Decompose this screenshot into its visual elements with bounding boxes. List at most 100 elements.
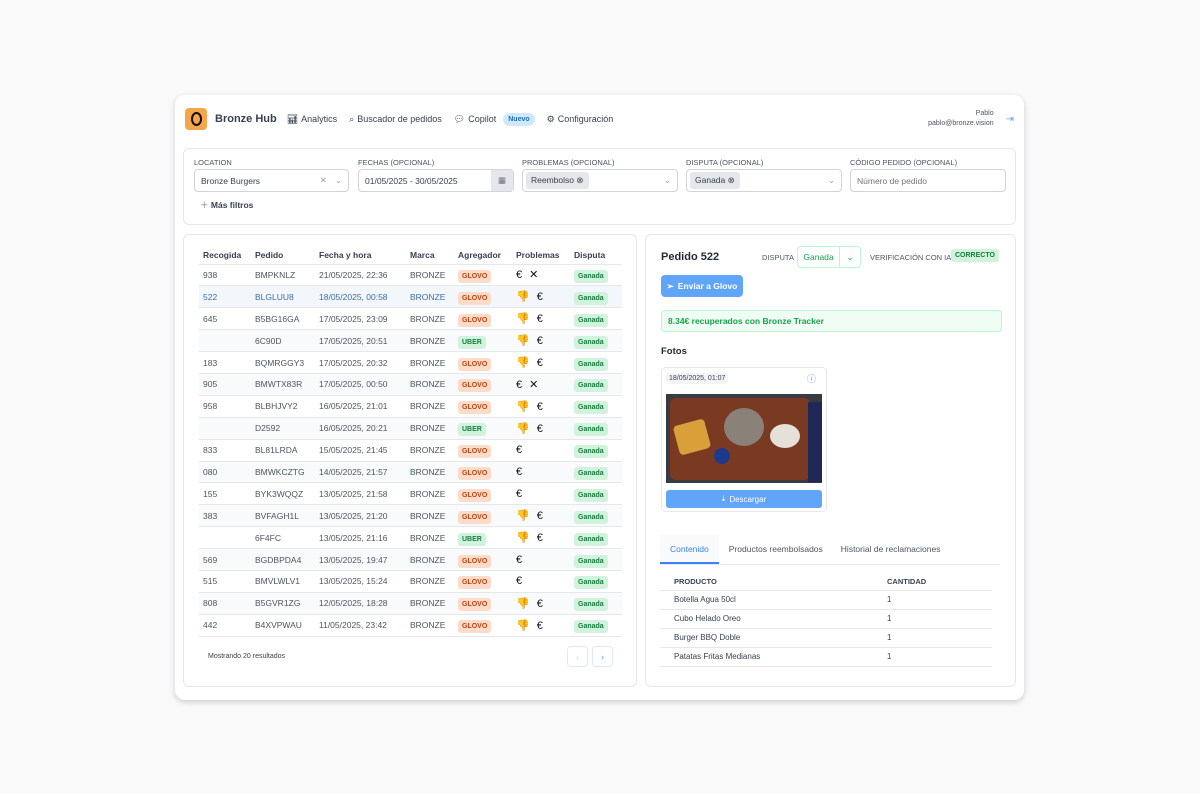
table-row[interactable]: 522 BLGLUU8 18/05/2025, 00:58 BRONZE GLO… bbox=[199, 285, 622, 309]
aggregator-badge: GLOVO bbox=[458, 401, 492, 415]
pickup-cell: 938 bbox=[199, 264, 251, 287]
orders-panel: Recogida Pedido Fecha y hora Marca Agregador… bbox=[183, 234, 637, 687]
location-select[interactable]: Bronze Burgers ✕ ⌄ bbox=[194, 169, 349, 192]
problem-icons: 👎 € bbox=[516, 510, 545, 523]
nav-configuracion[interactable]: ⚙ Configuración bbox=[547, 114, 614, 125]
dispute-badge: Ganada bbox=[574, 335, 608, 349]
table-row[interactable]: 808 B5GVR1ZG 12/05/2025, 18:28 BRONZE GL… bbox=[199, 592, 622, 615]
code-label: CÓDIGO PEDIDO (OPCIONAL) bbox=[850, 158, 958, 167]
table-row[interactable]: 080 BMWKCZTG 14/05/2025, 21:57 BRONZE GL… bbox=[199, 461, 622, 484]
problem-icons: 👎 € bbox=[516, 335, 545, 348]
column-header: Disputa bbox=[570, 246, 622, 265]
table-row[interactable]: 383 BVFAGH1L 13/05/2025, 21:20 BRONZE GL… bbox=[199, 504, 622, 528]
aggregator-cell: GLOVO bbox=[454, 548, 512, 571]
problem-icons: 👎 € bbox=[516, 597, 545, 610]
order-photo[interactable] bbox=[666, 394, 822, 483]
aggregator-cell: GLOVO bbox=[454, 482, 512, 506]
column-header: Pedido bbox=[251, 246, 315, 265]
brand-cell: BRONZE bbox=[406, 351, 454, 374]
dispute-label: DISPUTA bbox=[762, 253, 794, 262]
aggregator-badge: GLOVO bbox=[458, 269, 492, 283]
dispute-dropdown[interactable]: Ganada ⌄ bbox=[797, 246, 861, 268]
aggregator-badge: GLOVO bbox=[458, 466, 492, 480]
problem-chip: Reembolso ⊗ bbox=[526, 172, 589, 189]
dispute-cell: Ganada bbox=[570, 395, 622, 418]
nav-analytics[interactable]: 📊︎ Analytics bbox=[287, 114, 337, 125]
table-row[interactable]: 569 BGDBPDA4 13/05/2025, 19:47 BRONZE GL… bbox=[199, 548, 622, 571]
table-row[interactable]: 938 BMPKNLZ 21/05/2025, 22:36 BRONZE GLO… bbox=[199, 264, 622, 287]
filters-panel: LOCATION Bronze Burgers ✕ ⌄ FECHAS (OPCION… bbox=[183, 148, 1016, 225]
dates-input[interactable]: 01/05/2025 - 30/05/2025 ▦ bbox=[358, 169, 514, 192]
more-filters-label: Más filtros bbox=[210, 200, 254, 210]
column-header: Fecha y hora bbox=[315, 246, 406, 265]
remove-chip-icon[interactable]: ⊗ bbox=[728, 175, 735, 185]
order-cell: B5BG16GA bbox=[251, 307, 315, 331]
dates-label: FECHAS (OPCIONAL) bbox=[358, 158, 435, 167]
table-row[interactable]: 6C90D 17/05/2025, 20:51 BRONZE UBER 👎 € … bbox=[199, 329, 622, 353]
brand-cell: BRONZE bbox=[406, 570, 454, 593]
dispute-badge: Ganada bbox=[574, 598, 608, 612]
table-row[interactable]: D2592 16/05/2025, 20:21 BRONZE UBER 👎 € … bbox=[199, 417, 622, 440]
product-name: Cubo Helado Oreo bbox=[660, 609, 873, 629]
chevron-down-icon: ⌄ bbox=[663, 175, 671, 185]
logo[interactable] bbox=[185, 108, 207, 130]
datetime-cell: 18/05/2025, 00:58 bbox=[315, 285, 406, 309]
product-name: Botella Agua 50cl bbox=[660, 590, 873, 610]
chevron-down-icon: ⌄ bbox=[334, 175, 342, 185]
brand-cell: BRONZE bbox=[406, 395, 454, 418]
aggregator-badge: UBER bbox=[458, 423, 486, 437]
detail-tabs: Contenido Productos reembolsados Histori… bbox=[660, 535, 1000, 565]
aggregator-cell: GLOVO bbox=[454, 614, 512, 637]
detail-title: Pedido 522 bbox=[661, 251, 720, 263]
order-cell: BMPKNLZ bbox=[251, 264, 315, 287]
order-code-input[interactable] bbox=[850, 169, 1006, 192]
tab-productos-reembolsados[interactable]: Productos reembolsados bbox=[719, 535, 833, 564]
table-row[interactable]: 833 BL81LRDA 15/05/2025, 21:45 BRONZE GL… bbox=[199, 439, 622, 462]
problems-cell: € bbox=[512, 570, 570, 593]
tab-contenido[interactable]: Contenido bbox=[660, 535, 719, 564]
problems-cell: 👎 € bbox=[512, 504, 570, 528]
table-row[interactable]: 958 BLBHJVY2 16/05/2025, 21:01 BRONZE GL… bbox=[199, 395, 622, 418]
nav-copilot[interactable]: 💬︎ Copilot Nuevo bbox=[453, 112, 535, 126]
logout-icon[interactable]: ⇥ bbox=[1006, 114, 1014, 125]
problems-select[interactable]: Reembolso ⊗ ⌄ bbox=[522, 169, 678, 192]
nav-buscador[interactable]: ⌕ Buscador de pedidos bbox=[349, 114, 442, 125]
calendar-icon[interactable]: ▦ bbox=[491, 170, 513, 191]
prev-page-button[interactable]: ‹ bbox=[567, 646, 588, 667]
table-row[interactable]: 183 BQMRGGY3 17/05/2025, 20:32 BRONZE GL… bbox=[199, 351, 622, 374]
dispute-select[interactable]: Ganada ⊗ ⌄ bbox=[686, 169, 842, 192]
problem-icons: € bbox=[516, 575, 525, 588]
clear-icon[interactable]: ✕ bbox=[320, 175, 327, 186]
dispute-cell: Ganada bbox=[570, 482, 622, 506]
tab-historial[interactable]: Historial de reclamaciones bbox=[833, 535, 949, 564]
brand-cell: BRONZE bbox=[406, 439, 454, 462]
problem-icons: € bbox=[516, 487, 525, 500]
photos-title: Fotos bbox=[661, 346, 687, 357]
problems-cell: 👎 € bbox=[512, 417, 570, 440]
chat-icon: 💬︎ bbox=[453, 113, 466, 124]
table-row[interactable]: 442 B4XVPWAU 11/05/2025, 23:42 BRONZE GL… bbox=[199, 614, 622, 637]
dates-value: 01/05/2025 - 30/05/2025 bbox=[365, 175, 458, 186]
problem-icons: 👎 € bbox=[516, 291, 545, 304]
remove-chip-icon[interactable]: ⊗ bbox=[576, 175, 583, 185]
aggregator-badge: GLOVO bbox=[458, 445, 492, 459]
datetime-cell: 12/05/2025, 18:28 bbox=[315, 592, 406, 615]
nav-label: Analytics bbox=[301, 114, 338, 124]
problems-label: PROBLEMAS (OPCIONAL) bbox=[522, 158, 615, 167]
download-button[interactable]: ⤓ Descargar bbox=[666, 490, 822, 508]
table-row[interactable]: 6F4FC 13/05/2025, 21:16 BRONZE UBER 👎 € … bbox=[199, 526, 622, 550]
table-row[interactable]: 905 BMWTX83R 17/05/2025, 00:50 BRONZE GL… bbox=[199, 373, 622, 396]
datetime-cell: 17/05/2025, 20:32 bbox=[315, 351, 406, 374]
table-row[interactable]: 645 B5BG16GA 17/05/2025, 23:09 BRONZE GL… bbox=[199, 307, 622, 331]
ai-verification-label: VERIFICACIÓN CON IA bbox=[870, 253, 952, 262]
pickup-cell: 905 bbox=[199, 373, 251, 396]
aggregator-cell: GLOVO bbox=[454, 504, 512, 528]
table-row[interactable]: 155 BYK3WQQZ 13/05/2025, 21:58 BRONZE GL… bbox=[199, 482, 622, 506]
more-filters-button[interactable]: ＋ Más filtros bbox=[200, 199, 253, 211]
table-row[interactable]: 515 BMVLWLV1 13/05/2025, 15:24 BRONZE GL… bbox=[199, 570, 622, 593]
info-icon[interactable]: ⓘ bbox=[807, 372, 816, 385]
send-to-glovo-button[interactable]: ➢ Enviar a Glovo bbox=[661, 275, 743, 297]
problem-icons: € bbox=[516, 553, 525, 566]
next-page-button[interactable]: › bbox=[592, 646, 613, 667]
pickup-cell: 569 bbox=[199, 548, 251, 571]
